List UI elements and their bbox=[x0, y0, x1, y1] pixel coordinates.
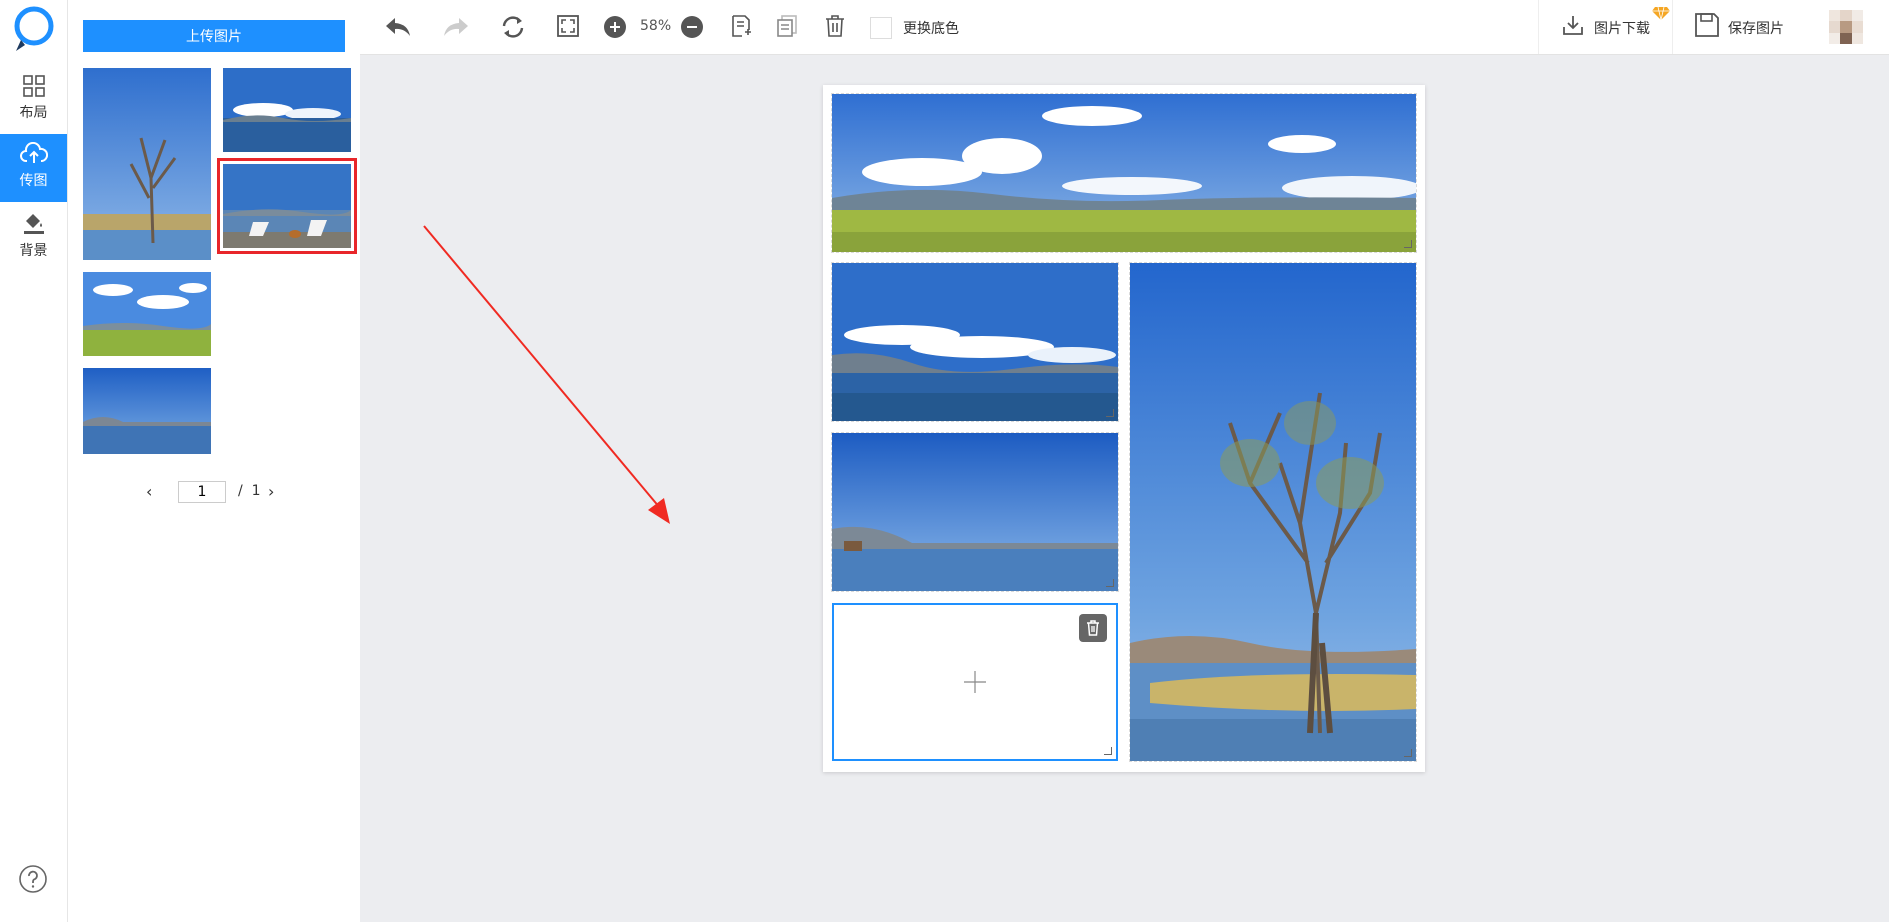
download-icon bbox=[1563, 16, 1583, 35]
collage-cell-lake[interactable] bbox=[831, 262, 1119, 422]
avatar[interactable] bbox=[1829, 10, 1863, 44]
undo-icon bbox=[386, 18, 410, 36]
uploaded-thumbnail[interactable] bbox=[83, 68, 211, 260]
grid-icon bbox=[22, 75, 45, 97]
resize-handle[interactable] bbox=[1404, 749, 1412, 757]
plus-circle-icon bbox=[604, 16, 626, 38]
uploaded-thumbnail[interactable] bbox=[83, 272, 211, 356]
zoom-level: 58% bbox=[640, 18, 672, 34]
delete-button[interactable] bbox=[824, 14, 846, 42]
edit-text-button[interactable] bbox=[730, 14, 752, 42]
collage-cell-calm-lake[interactable] bbox=[831, 432, 1119, 592]
nav-item-layout[interactable]: 布局 bbox=[0, 66, 67, 134]
resize-handle[interactable] bbox=[1404, 240, 1412, 248]
collage-cell-grassland[interactable] bbox=[831, 93, 1417, 253]
nav-item-label: 布局 bbox=[19, 105, 48, 121]
uploaded-thumbnail[interactable] bbox=[223, 68, 351, 152]
collage-cell-empty-selected[interactable] bbox=[832, 603, 1118, 761]
nav-item-upload[interactable]: 传图 bbox=[0, 134, 67, 202]
copy-icon bbox=[777, 15, 797, 37]
change-bg-label: 更换底色 bbox=[903, 21, 959, 37]
image-panel: 上传图片 ‹ 1 / 1 › bbox=[68, 0, 360, 922]
collage-cell-tree[interactable] bbox=[1129, 262, 1417, 762]
nav-item-label: 背景 bbox=[19, 243, 48, 259]
save-icon bbox=[1695, 13, 1719, 37]
page-number-input[interactable] bbox=[178, 481, 226, 503]
paint-bucket-icon bbox=[23, 214, 44, 234]
resize-handle[interactable] bbox=[1104, 747, 1112, 755]
upload-image-button[interactable]: 上传图片 bbox=[83, 20, 345, 52]
fit-screen-button[interactable] bbox=[556, 14, 580, 42]
copy-button[interactable] bbox=[776, 14, 798, 42]
uploaded-thumbnail-selected[interactable] bbox=[217, 158, 357, 254]
undo-button[interactable] bbox=[384, 14, 412, 44]
document-edit-icon bbox=[732, 15, 751, 37]
cell-delete-button[interactable] bbox=[1079, 614, 1107, 642]
toolbar: 58% 更换底色 图片下载 保存图片 bbox=[360, 0, 1889, 55]
next-page-button[interactable]: › bbox=[268, 482, 274, 501]
resize-handle[interactable] bbox=[1106, 579, 1114, 587]
collage-canvas bbox=[823, 85, 1425, 772]
nav-item-label: 传图 bbox=[19, 173, 48, 189]
cloud-upload-icon bbox=[19, 142, 48, 163]
add-image-icon[interactable] bbox=[963, 670, 987, 698]
prev-page-button[interactable]: ‹ bbox=[146, 482, 152, 501]
uploaded-thumbnail[interactable] bbox=[83, 368, 211, 454]
trash-icon bbox=[826, 15, 844, 37]
download-image-button[interactable]: 图片下载 bbox=[1560, 6, 1670, 40]
save-image-button[interactable]: 保存图片 bbox=[1692, 12, 1802, 42]
save-label: 保存图片 bbox=[1728, 21, 1784, 37]
app-logo-icon[interactable] bbox=[12, 4, 56, 54]
minus-circle-icon bbox=[681, 16, 703, 38]
refresh-button[interactable] bbox=[500, 14, 526, 44]
refresh-icon bbox=[502, 16, 524, 38]
resize-handle[interactable] bbox=[1106, 409, 1114, 417]
pagination: ‹ / 1 › bbox=[138, 480, 298, 504]
page-total: / 1 bbox=[238, 483, 261, 499]
fullscreen-icon bbox=[557, 15, 579, 37]
nav-item-background[interactable]: 背景 bbox=[0, 202, 67, 270]
zoom-out-button[interactable] bbox=[680, 15, 704, 43]
redo-button[interactable] bbox=[442, 14, 470, 44]
zoom-in-button[interactable] bbox=[603, 15, 627, 43]
download-label: 图片下载 bbox=[1594, 21, 1650, 37]
annotation-arrow-icon bbox=[423, 225, 670, 524]
help-icon[interactable] bbox=[18, 864, 48, 898]
left-nav: 布局 传图 背景 bbox=[0, 0, 68, 922]
change-bg-checkbox[interactable] bbox=[870, 17, 892, 39]
vip-diamond-icon bbox=[1652, 6, 1670, 20]
trash-icon bbox=[1087, 620, 1099, 636]
toolbar-divider bbox=[1672, 0, 1673, 54]
redo-icon bbox=[444, 18, 468, 36]
toolbar-divider bbox=[1538, 0, 1539, 54]
